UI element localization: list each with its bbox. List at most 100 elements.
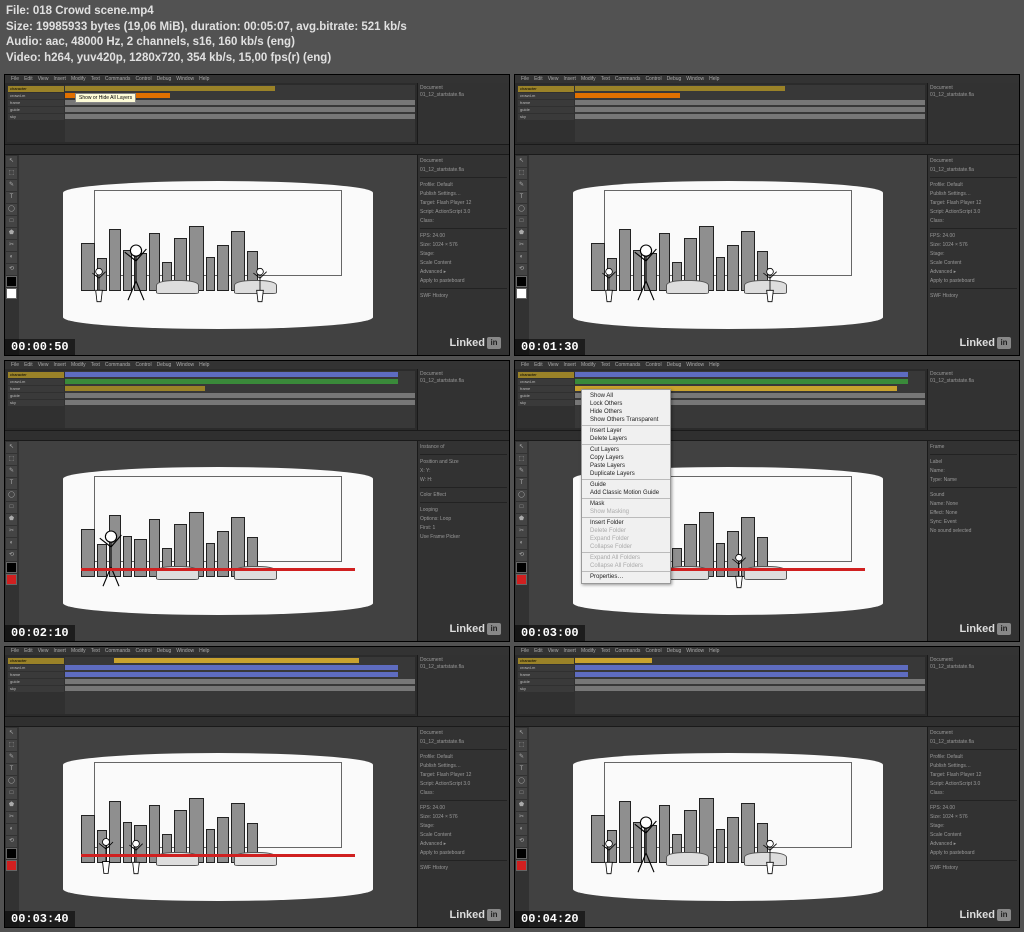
timeline-layer[interactable]: guide	[8, 679, 64, 685]
stage-area[interactable]	[19, 441, 417, 641]
context-menu-item[interactable]: Insert Layer	[582, 427, 670, 435]
context-menu-item[interactable]: Show Masking	[582, 508, 670, 516]
timeline-layer[interactable]: sky	[518, 686, 574, 692]
tool-button[interactable]: ⬚	[516, 454, 527, 465]
fill-swatch[interactable]	[6, 860, 17, 871]
menu-item[interactable]: Modify	[581, 362, 596, 368]
menu-item[interactable]: Window	[686, 362, 704, 368]
timeline-layer[interactable]: crowd-m	[518, 379, 574, 385]
tool-button[interactable]: ⟲	[6, 550, 17, 561]
properties-panel[interactable]: Frame Label Name: Type: Name Sound Name:…	[927, 441, 1019, 641]
context-menu-item[interactable]: Lock Others	[582, 400, 670, 408]
edit-bar[interactable]	[5, 431, 509, 441]
tool-button[interactable]: □	[6, 788, 17, 799]
tool-button[interactable]: □	[516, 502, 527, 513]
tool-button[interactable]: T	[516, 764, 527, 775]
timeline-layer[interactable]: crowd-m	[518, 93, 574, 99]
timeline-layer[interactable]: guide	[518, 679, 574, 685]
timeline-panel[interactable]: charactercrowd-mframeguidesky	[515, 369, 927, 430]
context-menu-item[interactable]: Cut Layers	[582, 446, 670, 454]
properties-panel[interactable]: Instance of Position and Size X: Y: W: H…	[417, 441, 509, 641]
stage[interactable]	[63, 753, 373, 901]
menu-item[interactable]: Commands	[615, 362, 641, 368]
stage[interactable]	[573, 181, 883, 329]
tool-button[interactable]: □	[516, 788, 527, 799]
stroke-swatch[interactable]	[516, 562, 527, 573]
layer-context-menu[interactable]: Show AllLock OthersHide OthersShow Other…	[581, 389, 671, 584]
tool-button[interactable]: ⬚	[516, 740, 527, 751]
timeline-panel[interactable]: charactercrowd-mframeguidesky	[515, 655, 927, 716]
menu-item[interactable]: Debug	[157, 362, 172, 368]
menu-item[interactable]: Insert	[563, 362, 576, 368]
tool-button[interactable]: ↖	[516, 728, 527, 739]
menu-item[interactable]: Control	[645, 362, 661, 368]
menu-item[interactable]: File	[521, 362, 529, 368]
tool-button[interactable]: ◯	[516, 204, 527, 215]
timeline-panel[interactable]: charactercrowd-mframeguidesky	[515, 83, 927, 144]
app-menubar[interactable]: FileEditViewInsertModifyTextCommandsCont…	[5, 647, 509, 655]
context-menu-item[interactable]: Collapse Folder	[582, 543, 670, 551]
timeline-layer[interactable]: frame	[8, 386, 64, 392]
context-menu-item[interactable]: Show All	[582, 392, 670, 400]
timeline-layer[interactable]: frame	[8, 100, 64, 106]
tool-button[interactable]: ◐	[516, 252, 527, 263]
timeline-layer[interactable]: crowd-m	[8, 93, 64, 99]
tool-button[interactable]: ◐	[6, 824, 17, 835]
context-menu-item[interactable]: Show Others Transparent	[582, 416, 670, 424]
menu-item[interactable]: Edit	[534, 76, 543, 82]
timeline-layer[interactable]: character	[518, 658, 574, 664]
menu-item[interactable]: Text	[601, 362, 610, 368]
menu-item[interactable]: Window	[686, 76, 704, 82]
menu-item[interactable]: Debug	[157, 648, 172, 654]
tool-button[interactable]: ⬟	[6, 228, 17, 239]
menu-item[interactable]: Debug	[157, 76, 172, 82]
tool-button[interactable]: ◯	[6, 776, 17, 787]
tool-button[interactable]: ↖	[6, 442, 17, 453]
context-menu-item[interactable]: Expand All Folders	[582, 554, 670, 562]
tool-button[interactable]: ✎	[6, 466, 17, 477]
tool-button[interactable]: ⬚	[6, 454, 17, 465]
menu-item[interactable]: File	[521, 76, 529, 82]
timeline-panel[interactable]: charactercrowd-mframeguidesky	[5, 83, 417, 144]
context-menu-item[interactable]: Insert Folder	[582, 519, 670, 527]
menu-item[interactable]: File	[11, 648, 19, 654]
tool-button[interactable]: ⟲	[516, 264, 527, 275]
menu-item[interactable]: Insert	[563, 648, 576, 654]
tool-button[interactable]: ◐	[516, 824, 527, 835]
menu-item[interactable]: Help	[709, 362, 719, 368]
tool-button[interactable]: ⟲	[516, 550, 527, 561]
stage[interactable]	[63, 467, 373, 615]
menu-item[interactable]: Commands	[105, 76, 131, 82]
context-menu-item[interactable]: Guide	[582, 481, 670, 489]
tool-button[interactable]: ◐	[6, 252, 17, 263]
timeline-layer[interactable]: sky	[8, 400, 64, 406]
timeline-layer[interactable]: frame	[518, 672, 574, 678]
menu-item[interactable]: Modify	[71, 76, 86, 82]
tool-button[interactable]: ⬚	[6, 740, 17, 751]
menu-item[interactable]: Help	[709, 648, 719, 654]
properties-panel[interactable]: Document 01_12_startstate.fla Profile: D…	[417, 155, 509, 355]
context-menu-item[interactable]: Properties…	[582, 573, 670, 581]
properties-panel[interactable]: Document 01_12_startstate.fla Profile: D…	[417, 727, 509, 927]
edit-bar[interactable]	[515, 145, 1019, 155]
tool-button[interactable]: T	[6, 192, 17, 203]
fill-swatch[interactable]	[516, 860, 527, 871]
tools-panel[interactable]: ↖⬚✎T◯□⬟✂◐⟲	[515, 727, 529, 927]
menu-item[interactable]: Insert	[53, 648, 66, 654]
tool-button[interactable]: ✂	[516, 240, 527, 251]
app-menubar[interactable]: FileEditViewInsertModifyTextCommandsCont…	[5, 75, 509, 83]
tool-button[interactable]: ↖	[6, 728, 17, 739]
timeline-layer[interactable]: sky	[518, 114, 574, 120]
menu-item[interactable]: Help	[199, 648, 209, 654]
timeline-layer[interactable]: guide	[518, 107, 574, 113]
menu-item[interactable]: Text	[91, 648, 100, 654]
menu-item[interactable]: Insert	[53, 362, 66, 368]
timeline-layer[interactable]: crowd-m	[8, 379, 64, 385]
app-menubar[interactable]: FileEditViewInsertModifyTextCommandsCont…	[515, 647, 1019, 655]
tools-panel[interactable]: ↖⬚✎T◯□⬟✂◐⟲	[5, 727, 19, 927]
timeline-layer[interactable]: character	[8, 372, 64, 378]
app-menubar[interactable]: FileEditViewInsertModifyTextCommandsCont…	[5, 361, 509, 369]
timeline-layer[interactable]: sky	[518, 400, 574, 406]
stage-area[interactable]	[19, 155, 417, 355]
timeline-panel[interactable]: charactercrowd-mframeguidesky	[5, 369, 417, 430]
